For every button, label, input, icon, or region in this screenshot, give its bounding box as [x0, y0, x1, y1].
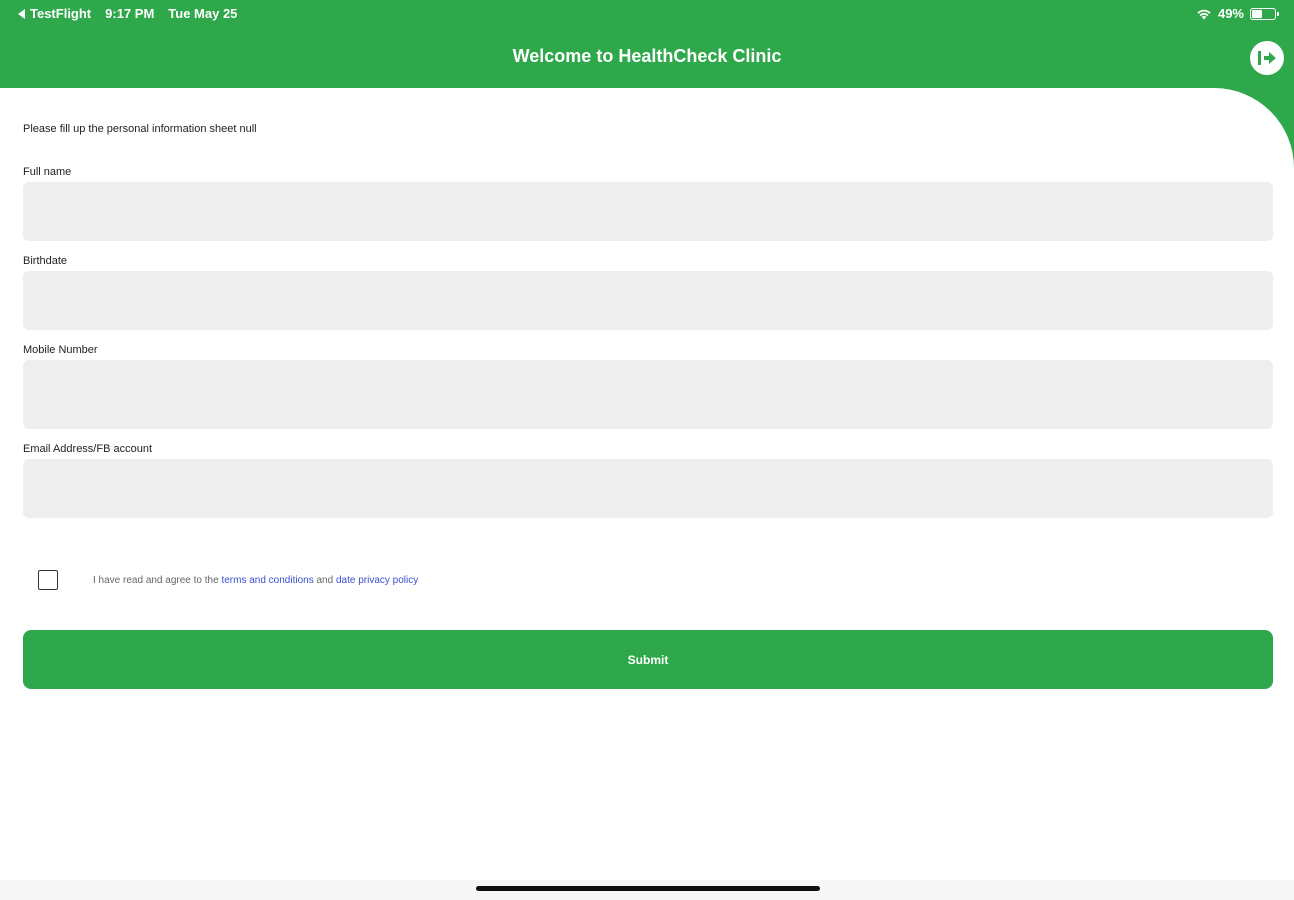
email-input[interactable] — [23, 459, 1273, 518]
exit-icon — [1258, 51, 1276, 65]
page-title: Welcome to HealthCheck Clinic — [512, 46, 782, 66]
battery-percent: 49% — [1217, 6, 1244, 21]
back-to-app-link[interactable]: TestFlight — [18, 6, 91, 21]
agreement-text-middle: and — [313, 574, 336, 586]
full-name-input[interactable] — [23, 182, 1273, 241]
agreement-row: I have read and agree to the terms and c… — [38, 570, 418, 590]
email-label: Email Address/FB account — [23, 443, 153, 455]
agreement-text-before: I have read and agree to the — [93, 574, 222, 586]
back-app-label: TestFlight — [30, 6, 92, 21]
agreement-text: I have read and agree to the terms and c… — [93, 575, 418, 586]
submit-button[interactable]: Submit — [23, 630, 1273, 689]
mobile-number-input[interactable] — [23, 360, 1273, 429]
status-date: Tue May 25 — [168, 6, 238, 21]
home-indicator — [476, 886, 820, 891]
back-arrow-icon — [18, 8, 25, 19]
battery-icon — [1250, 7, 1279, 20]
birthdate-label: Birthdate — [23, 255, 68, 267]
status-time: 9:17 PM — [105, 6, 155, 21]
form-card: Please fill up the personal information … — [0, 88, 1294, 900]
birthdate-input[interactable] — [23, 271, 1273, 330]
agree-checkbox[interactable] — [38, 570, 58, 590]
screen: TestFlight 9:17 PM Tue May 25 49% Welcom… — [0, 0, 1294, 900]
form-intro-text: Please fill up the personal information … — [23, 123, 257, 135]
exit-button[interactable] — [1250, 41, 1284, 75]
mobile-number-label: Mobile Number — [23, 344, 98, 356]
privacy-policy-link[interactable]: date privacy policy — [336, 575, 418, 586]
status-bar: TestFlight 9:17 PM Tue May 25 49% — [0, 0, 1294, 28]
status-left: TestFlight 9:17 PM Tue May 25 — [18, 6, 237, 21]
full-name-label: Full name — [23, 166, 72, 178]
terms-link[interactable]: terms and conditions — [221, 575, 313, 586]
status-right: 49% — [1196, 6, 1279, 21]
battery-level-fill — [1252, 9, 1262, 18]
wifi-icon — [1197, 9, 1211, 19]
